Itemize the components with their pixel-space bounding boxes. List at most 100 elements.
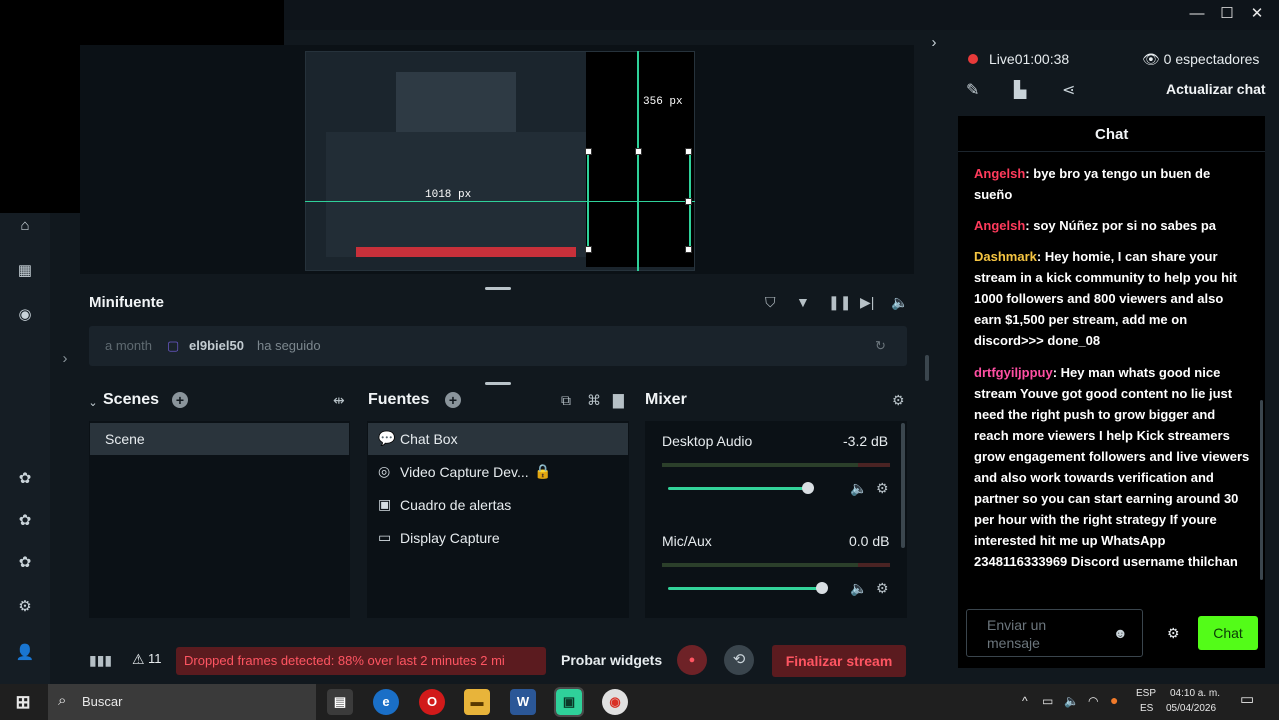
windows-start-icon[interactable]: ⊞ — [10, 689, 36, 715]
opera-icon[interactable]: O — [419, 689, 445, 715]
source-group-icon[interactable]: ⌘ — [587, 392, 601, 409]
shield-icon[interactable]: ⛉ — [765, 294, 776, 311]
lock-icon[interactable]: 🔒 — [534, 463, 551, 480]
add-scene-button[interactable]: + — [172, 392, 188, 408]
app-icon-1[interactable]: ✿ — [15, 469, 35, 489]
stats-icon[interactable]: ▮▮▮ — [89, 652, 112, 669]
chat-username[interactable]: Angelsh — [974, 166, 1025, 181]
volume-slider[interactable] — [668, 587, 820, 590]
live-indicator-icon — [968, 54, 978, 64]
refresh-chat-button[interactable]: Actualizar chat — [1166, 81, 1266, 97]
skip-icon[interactable]: ▶| — [860, 294, 874, 311]
speaker-icon[interactable]: 🔈 — [850, 480, 867, 497]
language-bottom[interactable]: ES — [1140, 703, 1153, 714]
tray-time[interactable]: 04:10 a. m. — [1170, 688, 1220, 699]
resize-handle[interactable] — [685, 148, 692, 155]
expand-arrow-icon[interactable]: › — [55, 349, 75, 369]
transition-icon[interactable]: ⇹ — [333, 392, 345, 409]
chat-scrollbar[interactable] — [1260, 400, 1263, 580]
source-item[interactable]: 💬 Chat Box — [368, 423, 628, 455]
gear-icon[interactable]: ⚙ — [892, 392, 905, 409]
tray-wifi-icon[interactable]: ◠ — [1088, 694, 1098, 708]
channel-db: 0.0 dB — [849, 533, 890, 549]
source-label: Display Capture — [400, 530, 500, 546]
test-widgets-button[interactable]: Probar widgets — [561, 652, 662, 668]
gear-icon[interactable]: ⚙ — [876, 580, 889, 597]
app-icon-2[interactable]: ✿ — [15, 511, 35, 531]
chat-username[interactable]: Angelsh — [974, 218, 1025, 233]
chevron-down-icon[interactable]: ⌄ — [86, 393, 100, 413]
left-sidebar: ⌂ ▦ ◉ › ✿ ✿ ✿ ⚙ 👤 — [0, 213, 68, 684]
chat-send-button[interactable]: Chat — [1198, 616, 1258, 650]
search-icon: ⌕ — [58, 692, 67, 709]
gear-icon[interactable]: ⚙ — [876, 480, 889, 497]
tray-date[interactable]: 05/04/2026 — [1166, 703, 1216, 714]
chat-header: Chat — [958, 116, 1265, 152]
language-top[interactable]: ESP — [1136, 688, 1156, 699]
resize-grip[interactable] — [485, 382, 511, 385]
resize-handle[interactable] — [635, 148, 642, 155]
tray-app-icon[interactable]: ● — [1110, 692, 1118, 708]
chat-username[interactable]: Dashmark — [974, 249, 1037, 264]
close-button[interactable]: ✕ — [1246, 4, 1268, 24]
edge-icon[interactable]: e — [373, 689, 399, 715]
mixer-scrollbar[interactable] — [901, 423, 905, 548]
grid-icon[interactable]: ▦ — [15, 261, 35, 281]
source-item[interactable]: ▣ Cuadro de alertas — [368, 489, 628, 521]
source-label: Chat Box — [400, 431, 458, 447]
replay-buffer-icon[interactable]: ⟲ — [724, 645, 754, 675]
profile-icon[interactable]: 👤 — [15, 643, 35, 663]
notification-icon[interactable]: ▭ — [1240, 690, 1254, 708]
end-stream-button[interactable]: Finalizar stream — [772, 645, 906, 677]
chat-username[interactable]: drtfgyiljppuy — [974, 365, 1053, 380]
volume-slider-knob[interactable] — [802, 482, 814, 494]
resize-handle[interactable] — [585, 148, 592, 155]
app-icon-3[interactable]: ✿ — [15, 553, 35, 573]
edit-icon[interactable]: ✎ — [966, 80, 979, 100]
volume-slider[interactable] — [668, 487, 808, 490]
file-explorer-icon[interactable]: ▬ — [464, 689, 490, 715]
taskbar-search[interactable]: ⌕ Buscar — [48, 684, 316, 720]
share-icon[interactable]: ⋖ — [1062, 80, 1075, 100]
tray-network-icon[interactable]: ▭ — [1042, 694, 1053, 708]
source-item[interactable]: ▭ Display Capture — [368, 522, 628, 554]
speaker-icon[interactable]: 🔈 — [850, 580, 867, 597]
minimize-button[interactable]: — — [1186, 4, 1208, 24]
tray-chevron-icon[interactable]: ^ — [1022, 694, 1028, 708]
chat-settings-icon[interactable]: ⚙ — [1167, 625, 1180, 642]
sources-title: Fuentes — [368, 391, 430, 408]
resize-handle[interactable] — [585, 246, 592, 253]
dashboard-icon[interactable]: ▙ — [1014, 80, 1026, 100]
store-icon[interactable]: ⌂ — [15, 216, 35, 236]
source-item[interactable]: ◎ Video Capture Dev... 🔒 — [368, 456, 628, 488]
monitor-icon: ▭ — [378, 529, 392, 545]
dropped-frames-alert[interactable]: Dropped frames detected: 88% over last 2… — [176, 647, 546, 675]
replay-icon[interactable]: ↻ — [875, 338, 886, 354]
volume-icon[interactable]: 🔈 — [891, 294, 908, 311]
emoji-icon[interactable]: ☻ — [1113, 624, 1129, 642]
resize-handle[interactable] — [685, 198, 692, 205]
tray-volume-icon[interactable]: 🔈 — [1064, 694, 1079, 708]
resize-handle[interactable] — [685, 246, 692, 253]
maximize-button[interactable]: ☐ — [1216, 4, 1238, 24]
warning-icon[interactable]: ⚠ — [132, 651, 145, 668]
filter-icon[interactable]: ▼ — [796, 294, 810, 310]
task-view-icon[interactable]: ▤ — [327, 689, 353, 715]
rec-button[interactable]: ● — [677, 645, 707, 675]
folder-icon[interactable]: ▇ — [613, 392, 624, 409]
chat-message: Dashmark: Hey homie, I can share your st… — [974, 249, 1237, 348]
streamlabs-icon[interactable]: ▣ — [554, 687, 584, 717]
guide-horizontal — [305, 201, 695, 202]
add-source-button[interactable]: + — [445, 392, 461, 408]
chat-message-input[interactable]: Enviar un mensaje ☻ — [966, 609, 1143, 657]
word-icon[interactable]: W — [510, 689, 536, 715]
source-layout-icon[interactable]: ⧉ — [561, 392, 571, 409]
settings-icon[interactable]: ⚙ — [15, 597, 35, 617]
pause-icon[interactable]: ❚❚ — [828, 294, 851, 311]
resize-grip[interactable] — [485, 287, 511, 290]
volume-slider-knob[interactable] — [816, 582, 828, 594]
editor-scrollbar[interactable] — [925, 355, 929, 381]
chrome-icon[interactable]: ◉ — [602, 689, 628, 715]
scene-item[interactable]: Scene — [90, 423, 349, 455]
record-icon[interactable]: ◉ — [15, 305, 35, 325]
